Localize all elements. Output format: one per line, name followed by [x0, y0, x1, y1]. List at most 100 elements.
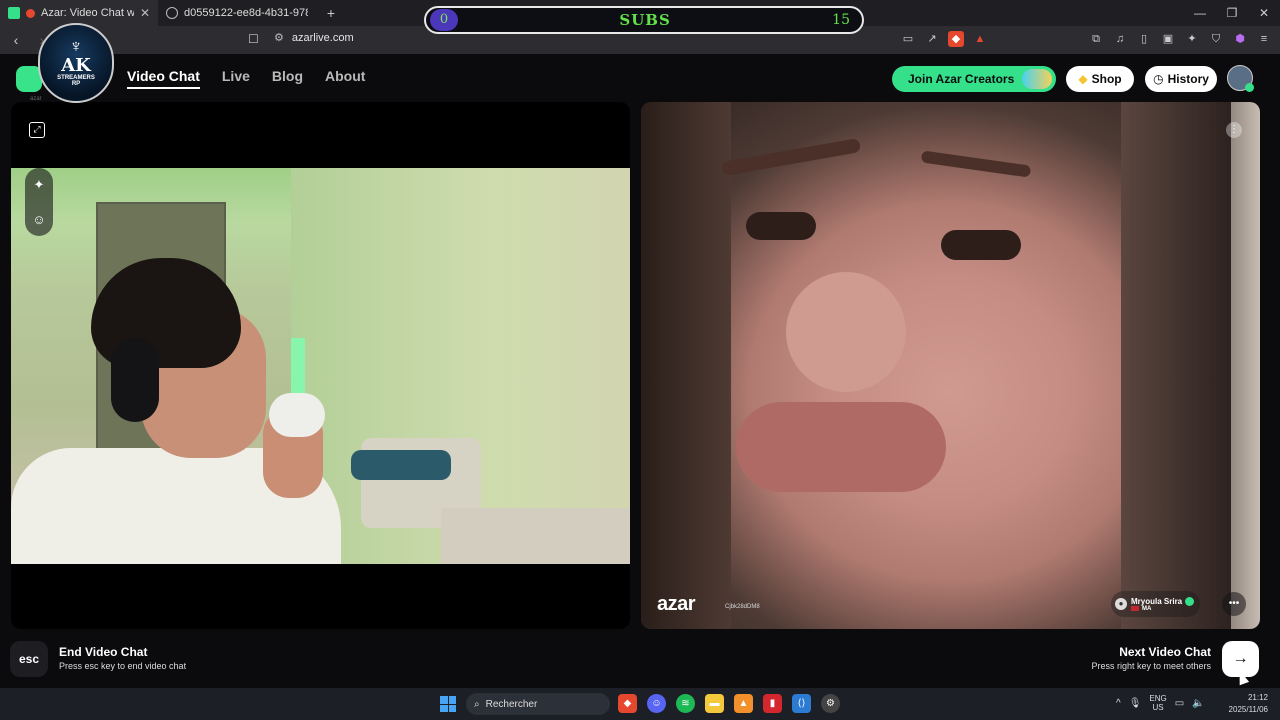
- red-app-icon[interactable]: ▮: [763, 694, 782, 713]
- ak-badge-title: AK: [61, 54, 91, 76]
- end-chat-hint: Press esc key to end video chat: [59, 661, 187, 671]
- subs-label: SUBS: [619, 11, 671, 29]
- clock-time: 21:12: [1247, 693, 1268, 702]
- nav-about[interactable]: About: [325, 68, 365, 89]
- file-explorer-icon[interactable]: ▬: [705, 694, 724, 713]
- local-video-panel: [11, 102, 630, 629]
- globe-favicon-icon: [166, 7, 178, 19]
- spotify-icon[interactable]: ≋: [676, 694, 695, 713]
- cast-icon[interactable]: ▭: [900, 31, 916, 47]
- network-icon[interactable]: ▭: [1175, 698, 1184, 709]
- bookmark-icon[interactable]: ☐: [248, 32, 259, 46]
- shop-button[interactable]: ◆ Shop: [1066, 66, 1134, 92]
- subs-start-count: 0: [430, 9, 458, 31]
- history-label: History: [1167, 72, 1209, 86]
- eye-right: [941, 230, 1021, 260]
- taskbar-clock[interactable]: 21:12 2025/11/06: [1229, 692, 1268, 716]
- site-nav: Video Chat Live Blog About: [127, 68, 365, 89]
- site-header: Video Chat Live Blog About Join Azar Cre…: [0, 54, 1280, 102]
- new-tab-button[interactable]: +: [320, 5, 342, 21]
- browser-tab-azar[interactable]: Azar: Video Chat with New Pe ✕: [0, 0, 158, 26]
- settings-app-icon[interactable]: ⚙: [821, 694, 840, 713]
- clock-date: 2025/11/06: [1228, 705, 1268, 714]
- wallet-icon[interactable]: ▣: [1160, 31, 1176, 47]
- discord-icon[interactable]: ☺: [647, 694, 666, 713]
- share-icon[interactable]: ↗: [924, 31, 940, 47]
- address-actions: ▭ ↗ ◆ ▲: [900, 31, 988, 47]
- search-icon: ⌕: [474, 698, 480, 710]
- nav-blog[interactable]: Blog: [272, 68, 303, 89]
- extension-icon[interactable]: ⬢: [1232, 31, 1248, 47]
- taskbar-apps: ◆ ☺ ≋ ▬ ▲ ▮ ⟨⟩ ⚙: [618, 694, 840, 713]
- show-hidden-icons[interactable]: ^: [1116, 698, 1121, 709]
- remote-user-tag[interactable]: ● Mryoula Srira MA: [1111, 591, 1201, 617]
- brave-rewards-icon[interactable]: ▲: [972, 31, 988, 47]
- next-chat-hint: Press right key to meet others: [1091, 661, 1211, 671]
- vpn-icon[interactable]: ⛉: [1208, 31, 1224, 47]
- volume-icon[interactable]: 🔈: [1192, 698, 1204, 709]
- nav-live[interactable]: Live: [222, 68, 250, 89]
- end-chat-title: End Video Chat: [59, 645, 148, 659]
- local-camera-feed: [11, 168, 630, 564]
- tissue: [269, 393, 325, 437]
- minimize-icon[interactable]: —: [1184, 0, 1216, 26]
- alert-app-icon[interactable]: ▲: [734, 694, 753, 713]
- leo-ai-icon[interactable]: ✦: [1184, 31, 1200, 47]
- tab-title: d0559122-ee8d-4b31-9781-1d0f5c4: [184, 7, 308, 19]
- chat-session-code: Cjbk28dDM8: [725, 604, 760, 610]
- azar-favicon-icon: [8, 7, 20, 19]
- chat-message-button[interactable]: •••: [1222, 592, 1246, 616]
- microphone-icon[interactable]: 🎙: [1129, 698, 1142, 709]
- extensions-bar: ⧉ ♫ ▯ ▣ ✦ ⛉ ⬢ ≡: [1088, 31, 1272, 47]
- join-creators-button[interactable]: Join Azar Creators: [892, 66, 1056, 92]
- tab-title: Azar: Video Chat with New Pe: [41, 7, 134, 19]
- eye-left: [746, 212, 816, 240]
- history-button[interactable]: ◷ History: [1145, 66, 1217, 92]
- gem-icon: ◆: [1078, 72, 1088, 86]
- eyebrow-left: [720, 137, 862, 177]
- eagle-icon: ♆: [69, 35, 83, 56]
- face-filter-icon[interactable]: ☺: [32, 212, 45, 227]
- verified-icon: [1185, 596, 1195, 606]
- recording-indicator-icon: [26, 8, 35, 18]
- address-field[interactable]: ⚙ azarlive.com: [274, 31, 354, 45]
- remote-user-country: MA: [1142, 605, 1152, 612]
- profile-avatar[interactable]: [1227, 65, 1254, 92]
- brave-shields-icon[interactable]: ◆: [948, 31, 964, 47]
- close-tab-icon[interactable]: ✕: [140, 6, 150, 20]
- media-icon[interactable]: ♫: [1112, 31, 1128, 47]
- menu-icon[interactable]: ≡: [1256, 31, 1272, 47]
- close-window-icon[interactable]: ✕: [1248, 0, 1280, 26]
- lips: [736, 402, 946, 492]
- creators-badge-icon: [1022, 69, 1052, 89]
- brave-browser-icon[interactable]: ◆: [618, 694, 637, 713]
- subs-goal-count: 15: [832, 12, 850, 28]
- more-options-icon[interactable]: ⋮: [1226, 122, 1242, 138]
- expand-icon[interactable]: ⤢: [29, 122, 45, 138]
- browser-tab-second[interactable]: d0559122-ee8d-4b31-9781-1d0f5c4: [158, 0, 316, 26]
- tab-search-icon[interactable]: ⧉: [1088, 31, 1104, 47]
- hair-right: [1121, 102, 1231, 629]
- restore-icon[interactable]: ❐: [1216, 0, 1248, 26]
- remote-user-name: Mryoula Srira: [1131, 596, 1183, 606]
- sidebar-icon[interactable]: ▯: [1136, 31, 1152, 47]
- windows-start-icon[interactable]: [440, 696, 456, 712]
- ak-streamers-logo: ♆ AK STREAMERS RP: [38, 23, 114, 103]
- site-settings-icon[interactable]: ⚙: [274, 31, 284, 44]
- language-indicator[interactable]: ENG US: [1149, 694, 1166, 712]
- system-tray: ^ 🎙 ENG US ▭ 🔈: [1116, 694, 1205, 712]
- shop-label: Shop: [1091, 72, 1122, 86]
- end-chat-esc-button[interactable]: esc: [10, 641, 48, 677]
- next-chat-title: Next Video Chat: [1119, 645, 1211, 659]
- vscode-icon[interactable]: ⟨⟩: [792, 694, 811, 713]
- taskbar-search[interactable]: ⌕ Rechercher: [466, 693, 610, 715]
- video-effects-toolbar: ✦ ☺: [25, 168, 53, 236]
- windows-taskbar: ⌕ Rechercher ◆ ☺ ≋ ▬ ▲ ▮ ⟨⟩ ⚙ ^ 🎙 ENG US…: [0, 688, 1280, 720]
- sparkle-effects-icon[interactable]: ✦: [34, 177, 45, 193]
- flag-icon: [1131, 606, 1139, 611]
- user-icon: ●: [1115, 598, 1127, 610]
- language-code: ENG: [1149, 694, 1167, 703]
- join-creators-label: Join Azar Creators: [908, 72, 1015, 86]
- back-icon[interactable]: ‹: [6, 32, 26, 48]
- nav-video-chat[interactable]: Video Chat: [127, 68, 200, 89]
